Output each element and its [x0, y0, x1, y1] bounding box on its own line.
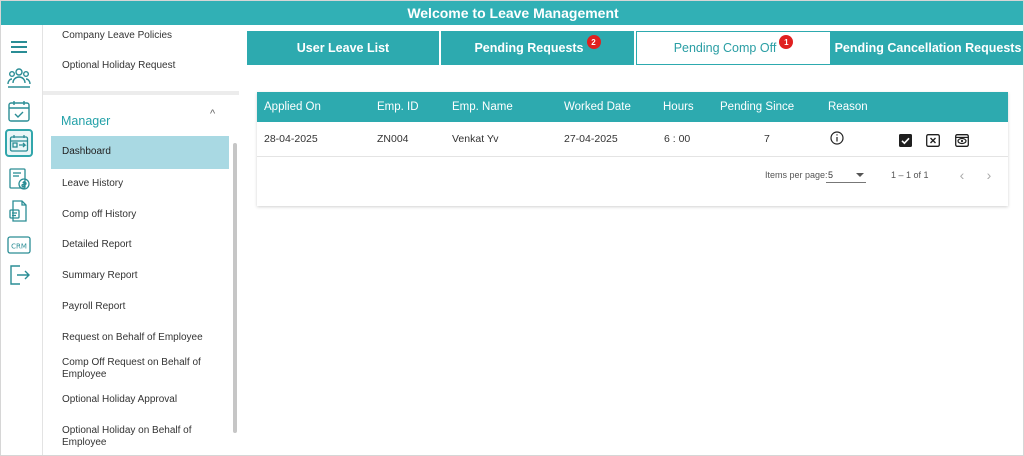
tab-pending-comp-off[interactable]: Pending Comp Off 1 — [636, 31, 831, 65]
page-range: 1 – 1 of 1 — [891, 170, 929, 180]
menu-item-payroll-report[interactable]: Payroll Report — [62, 301, 232, 313]
next-page-icon[interactable]: › — [981, 166, 997, 184]
chevron-up-icon[interactable]: ^ — [210, 108, 215, 120]
team-icon[interactable] — [5, 63, 33, 91]
dropdown-arrow-icon — [856, 173, 864, 177]
cell-emp-id: ZN004 — [377, 133, 409, 145]
paginator: Items per page: 5 1 – 1 of 1 ‹ › — [257, 158, 1008, 206]
info-icon[interactable] — [830, 131, 844, 145]
tab-bar: User Leave List Pending Requests 2 Pendi… — [247, 31, 1023, 65]
calendar-check-icon[interactable] — [5, 97, 33, 125]
menu-section-manager[interactable]: Manager — [61, 114, 110, 128]
side-menu: Company Leave Policies Optional Holiday … — [43, 25, 239, 455]
comp-off-table: Applied On Emp. ID Emp. Name Worked Date… — [257, 92, 1008, 206]
tab-pending-cancellation-requests[interactable]: Pending Cancellation Requests — [831, 31, 1023, 65]
column-header: Emp. Name — [452, 101, 513, 113]
items-per-page-label: Items per page: — [765, 170, 828, 180]
menu-item-company-leave-policies[interactable]: Company Leave Policies — [62, 30, 232, 42]
menu-item-dashboard[interactable]: Dashboard — [51, 136, 229, 169]
cell-worked-date: 27-04-2025 — [564, 133, 618, 145]
pending-comp-off-badge: 1 — [779, 35, 794, 49]
header-title: Welcome to Leave Management — [407, 5, 619, 21]
pending-requests-badge: 2 — [586, 35, 601, 49]
leave-management-app: Welcome to Leave Management CRM Company … — [0, 0, 1024, 456]
menu-item-summary-report[interactable]: Summary Report — [62, 270, 232, 282]
menu-item-optional-holiday-on-behalf[interactable]: Optional Holiday on Behalf of Employee — [62, 425, 232, 449]
previous-page-icon[interactable]: ‹ — [954, 166, 970, 184]
comp-off-icon[interactable] — [5, 129, 33, 157]
tab-user-leave-list[interactable]: User Leave List — [247, 31, 441, 65]
logout-icon[interactable] — [5, 261, 33, 289]
tab-pending-requests[interactable]: Pending Requests 2 — [441, 31, 636, 65]
menu-item-comp-off-request-on-behalf[interactable]: Comp Off Request on Behalf of Employee — [62, 357, 202, 381]
column-header: Worked Date — [564, 101, 631, 113]
column-header: Pending Since — [720, 101, 795, 113]
menu-item-comp-off-history[interactable]: Comp off History — [62, 209, 232, 221]
table-row: 28-04-2025 ZN004 Venkat Yv 27-04-2025 6 … — [257, 122, 1008, 157]
cell-hours: 6 : 00 — [664, 133, 691, 145]
cell-applied-on: 28-04-2025 — [264, 133, 318, 145]
view-icon[interactable] — [955, 134, 969, 148]
icon-rail: CRM — [1, 25, 43, 455]
policy-icon[interactable] — [5, 197, 33, 225]
approve-icon[interactable] — [899, 134, 913, 148]
reject-icon[interactable] — [926, 134, 940, 148]
tab-label: Pending Comp Off — [673, 41, 777, 55]
menu-scrollbar[interactable] — [233, 143, 237, 433]
column-header: Applied On — [264, 101, 321, 113]
tab-label: User Leave List — [296, 41, 390, 55]
column-header: Hours — [663, 101, 694, 113]
tab-label: Pending Cancellation Requests — [834, 41, 1022, 55]
menu-item-detailed-report[interactable]: Detailed Report — [62, 239, 232, 251]
cell-pending-since: 7 — [764, 133, 770, 145]
tab-label: Pending Requests — [474, 41, 584, 55]
crm-label: CRM — [11, 243, 27, 251]
page-size-value: 5 — [828, 170, 834, 180]
payroll-icon[interactable] — [5, 165, 33, 193]
menu-divider — [43, 91, 239, 95]
table-header: Applied On Emp. ID Emp. Name Worked Date… — [257, 92, 1008, 122]
column-header: Emp. ID — [377, 101, 419, 113]
crm-icon[interactable]: CRM — [5, 231, 33, 259]
menu-item-optional-holiday-request[interactable]: Optional Holiday Request — [62, 60, 232, 72]
column-header: Reason — [828, 101, 868, 113]
menu-item-leave-history[interactable]: Leave History — [62, 178, 232, 190]
page-size-select[interactable]: 5 — [826, 167, 866, 183]
menu-icon[interactable] — [5, 33, 33, 61]
menu-item-request-on-behalf[interactable]: Request on Behalf of Employee — [62, 332, 232, 344]
menu-item-optional-holiday-approval[interactable]: Optional Holiday Approval — [62, 394, 232, 406]
cell-emp-name: Venkat Yv — [452, 133, 499, 145]
app-header: Welcome to Leave Management — [1, 1, 1023, 25]
